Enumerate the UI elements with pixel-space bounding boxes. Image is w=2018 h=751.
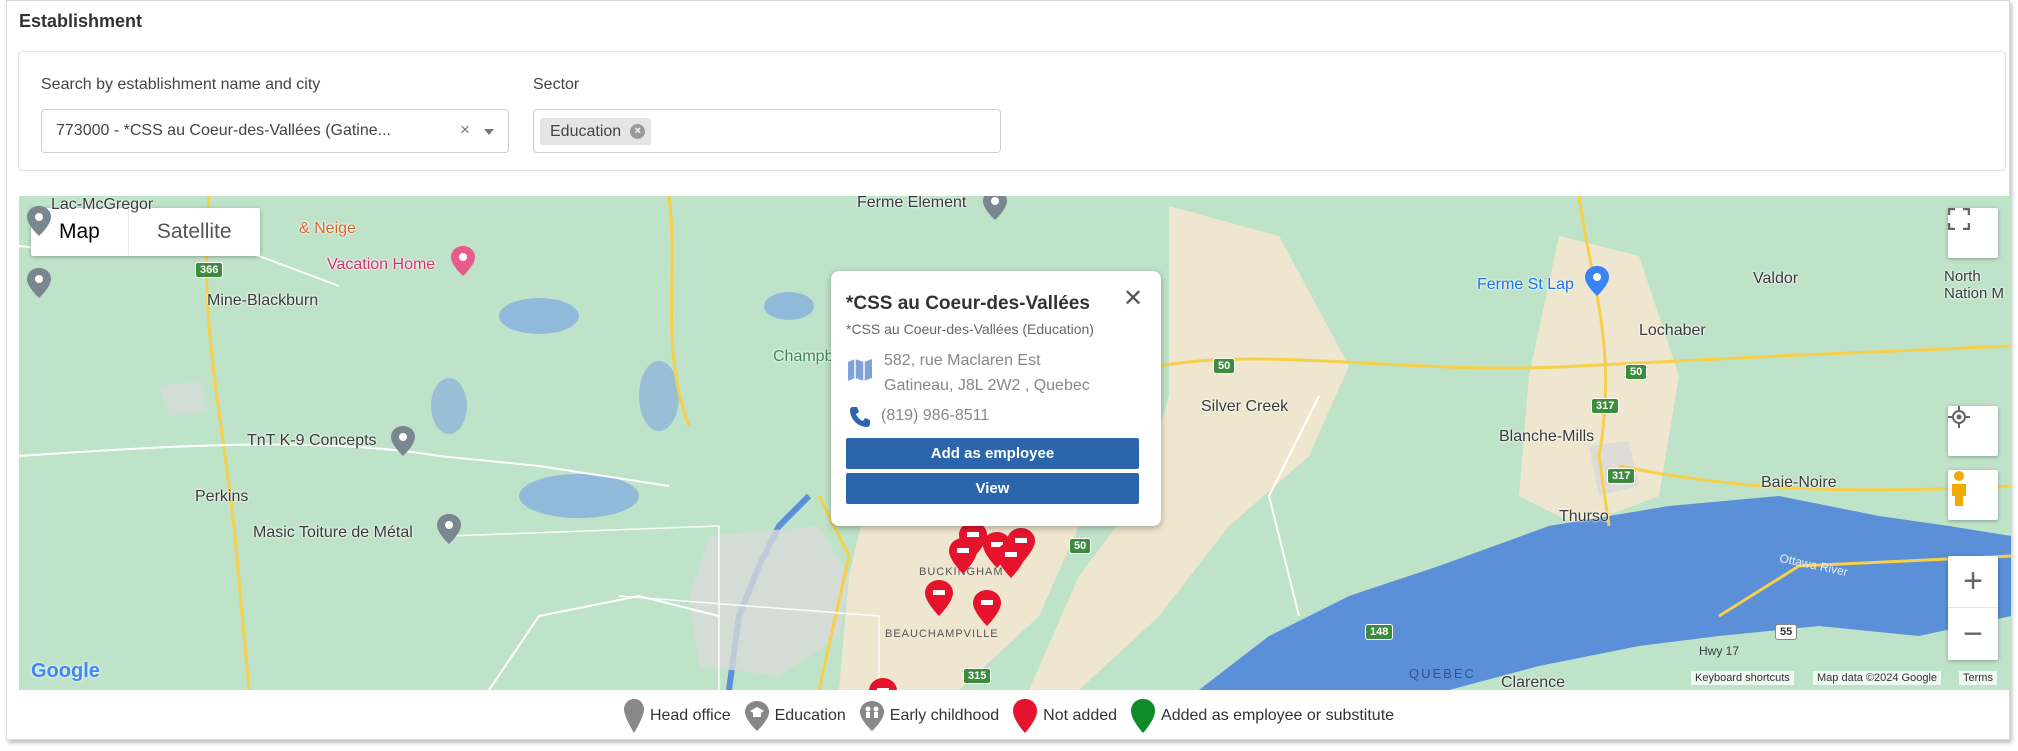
route-shield: 148 bbox=[1365, 624, 1394, 640]
poi-pin-icon[interactable] bbox=[27, 206, 51, 236]
poi-pin-icon[interactable] bbox=[983, 196, 1007, 220]
place-label: Silver Creek bbox=[1201, 398, 1289, 415]
section-title: Establishment bbox=[19, 11, 143, 31]
route-shield: 315 bbox=[963, 668, 992, 684]
place-label: Baie-Noire bbox=[1761, 474, 1837, 491]
place-label: Mine-Blackburn bbox=[207, 292, 319, 309]
fullscreen-button[interactable] bbox=[1948, 208, 1998, 258]
my-location-button[interactable] bbox=[1948, 406, 1998, 456]
place-label: Perkins bbox=[195, 488, 249, 505]
poi-pin-icon[interactable] bbox=[391, 426, 415, 456]
legend-not-added: Not added bbox=[1013, 699, 1117, 733]
route-shield: 366 bbox=[195, 262, 224, 278]
route-shield: 55 bbox=[1775, 624, 1798, 640]
route-shield: 317 bbox=[1607, 468, 1636, 484]
highway-label: Hwy 17 bbox=[1699, 644, 1740, 658]
place-label: Vacation Home bbox=[327, 256, 436, 273]
remove-chip-icon[interactable]: × bbox=[630, 124, 646, 139]
place-label: Blanche-Mills bbox=[1499, 428, 1595, 445]
address-line-1: 582, rue Maclaren Est bbox=[884, 352, 1041, 369]
head-office-pin-icon bbox=[623, 699, 644, 733]
education-pin-icon bbox=[744, 701, 769, 731]
establishment-pin-icon[interactable] bbox=[949, 538, 977, 574]
establishment-pin-icon[interactable] bbox=[997, 542, 1025, 578]
route-shield: 50 bbox=[1625, 364, 1648, 380]
establishment-select-value: 773000 - *CSS au Coeur-des-Vallées (Gati… bbox=[56, 122, 391, 139]
legend-label: Head office bbox=[649, 707, 731, 724]
place-label: Ferme Element bbox=[857, 196, 967, 211]
location-icon bbox=[1948, 406, 1970, 428]
map-view[interactable]: Map Satellite Lac-McGregor & Neige Vacat… bbox=[19, 196, 2011, 690]
place-label: Lochaber bbox=[1639, 322, 1706, 339]
search-label: Search by establishment name and city bbox=[41, 76, 321, 93]
place-label: Champb bbox=[773, 348, 834, 365]
chevron-down-icon[interactable] bbox=[484, 129, 494, 135]
info-window-phone: (819) 986-8511 bbox=[881, 407, 990, 424]
map-legend: Head office Education Early childhood No… bbox=[7, 696, 2011, 736]
place-label: North Nation M bbox=[1944, 268, 2005, 302]
not-added-pin-icon bbox=[1013, 699, 1038, 733]
route-shield: 317 bbox=[1591, 398, 1620, 414]
added-pin-icon bbox=[1131, 699, 1156, 733]
legend-education: Education bbox=[744, 701, 846, 731]
establishment-info-window: *CSS au Coeur-des-Vallées ✕ *CSS au Coeu… bbox=[831, 271, 1161, 526]
add-as-employee-button[interactable]: Add as employee bbox=[846, 438, 1139, 469]
poi-pin-icon[interactable] bbox=[437, 514, 461, 544]
map-icon bbox=[848, 359, 872, 382]
map-type-satellite-button[interactable]: Satellite bbox=[129, 208, 260, 256]
legend-label: Education bbox=[774, 707, 846, 724]
sector-chip-label: Education bbox=[550, 123, 622, 140]
route-shield: 50 bbox=[1213, 358, 1236, 374]
pegman-icon bbox=[1952, 471, 1966, 506]
sector-label: Sector bbox=[533, 76, 580, 93]
fullscreen-icon bbox=[1948, 208, 1970, 230]
route-shield: 50 bbox=[1069, 538, 1092, 554]
place-label: Ferme St Lap bbox=[1477, 276, 1574, 293]
establishment-pin-icon[interactable] bbox=[973, 590, 1001, 626]
sector-multiselect[interactable]: Education × bbox=[533, 109, 1001, 153]
legend-early-childhood: Early childhood bbox=[859, 701, 1000, 731]
legend-label: Not added bbox=[1043, 707, 1118, 724]
establishment-select[interactable]: 773000 - *CSS au Coeur-des-Vallées (Gati… bbox=[41, 109, 509, 153]
street-view-button[interactable] bbox=[1948, 470, 1998, 520]
establishment-pin-icon[interactable] bbox=[925, 580, 953, 616]
filter-card: Search by establishment name and city 77… bbox=[18, 51, 2006, 171]
town-label: BEAUCHAMPVILLE bbox=[885, 628, 999, 640]
establishment-pin-icon[interactable] bbox=[869, 678, 897, 690]
info-window-address: 582, rue Maclaren Est Gatineau, J8L 2W2 … bbox=[884, 348, 1090, 398]
legend-label: Early childhood bbox=[889, 707, 1000, 724]
close-icon[interactable]: ✕ bbox=[1123, 284, 1143, 313]
place-label: & Neige bbox=[299, 220, 356, 237]
map-data-attribution: Map data ©2024 Google bbox=[1813, 671, 1942, 685]
establishment-panel: Establishment Search by establishment na… bbox=[6, 0, 2011, 740]
map-type-toggle: Map Satellite bbox=[31, 208, 260, 256]
place-label: Lac-McGregor bbox=[51, 196, 154, 213]
place-label: Masic Toiture de Métal bbox=[253, 524, 413, 541]
address-line-2: Gatineau, J8L 2W2 , Quebec bbox=[884, 377, 1090, 394]
zoom-in-button[interactable]: + bbox=[1948, 556, 1998, 608]
keyboard-shortcuts-link[interactable]: Keyboard shortcuts bbox=[1691, 671, 1794, 685]
terms-link[interactable]: Terms bbox=[1959, 671, 1997, 685]
clear-selection-icon[interactable]: × bbox=[460, 120, 470, 140]
sector-chip: Education × bbox=[540, 118, 652, 145]
place-label: Thurso bbox=[1559, 508, 1609, 525]
vacation-home-pin-icon[interactable] bbox=[451, 246, 475, 276]
early-childhood-pin-icon bbox=[859, 701, 884, 731]
shop-pin-icon[interactable] bbox=[1585, 266, 1609, 296]
place-label: Valdor bbox=[1753, 270, 1799, 287]
legend-head-office: Head office bbox=[623, 699, 731, 733]
google-logo: Google bbox=[31, 660, 100, 682]
place-label: Clarence bbox=[1501, 674, 1566, 690]
info-window-subtitle: *CSS au Coeur-des-Vallées (Education) bbox=[846, 321, 1094, 337]
zoom-out-button[interactable]: − bbox=[1948, 608, 1998, 660]
province-label: QUEBEC bbox=[1409, 666, 1476, 681]
view-button[interactable]: View bbox=[846, 473, 1139, 504]
legend-added: Added as employee or substitute bbox=[1131, 699, 1394, 733]
place-label: TnT K-9 Concepts bbox=[247, 432, 377, 449]
info-window-title: *CSS au Coeur-des-Vallées bbox=[846, 293, 1090, 314]
legend-label: Added as employee or substitute bbox=[1161, 707, 1395, 724]
zoom-control: + − bbox=[1948, 556, 1998, 660]
poi-pin-icon[interactable] bbox=[27, 268, 51, 298]
phone-icon bbox=[850, 407, 870, 427]
